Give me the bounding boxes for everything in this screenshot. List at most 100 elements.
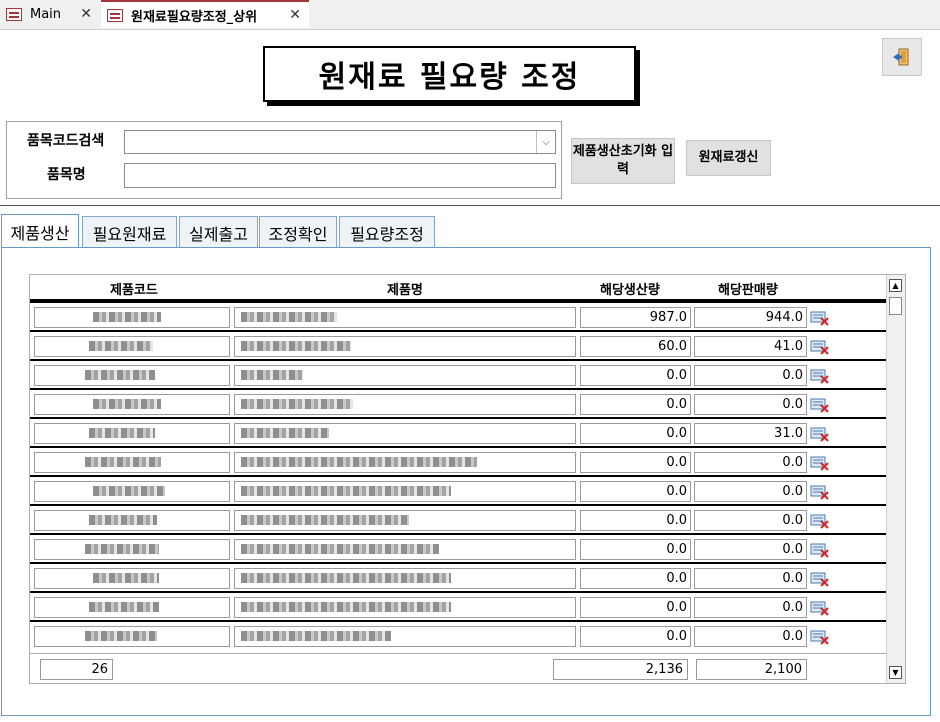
redacted-text xyxy=(241,515,409,525)
product-name-field[interactable] xyxy=(234,336,576,357)
tab-adjust-confirm[interactable]: 조정확인 xyxy=(259,216,337,248)
delete-row-icon[interactable] xyxy=(810,483,830,500)
table-row: 0.0 0.0 xyxy=(30,475,888,504)
delete-row-icon[interactable] xyxy=(810,454,830,471)
product-code-field[interactable] xyxy=(34,423,230,444)
product-code-field[interactable] xyxy=(34,452,230,473)
product-name-field[interactable] xyxy=(234,597,576,618)
product-code-field[interactable] xyxy=(34,394,230,415)
sales-qty-field[interactable]: 31.0 xyxy=(694,423,807,444)
production-qty-field[interactable]: 0.0 xyxy=(580,597,691,618)
redacted-text xyxy=(241,457,477,467)
tab-actual-release[interactable]: 실제출고 xyxy=(179,216,258,248)
product-code-field[interactable] xyxy=(34,568,230,589)
delete-row-icon[interactable] xyxy=(810,338,830,355)
production-qty-field[interactable]: 60.0 xyxy=(580,336,691,357)
delete-row-icon[interactable] xyxy=(810,541,830,558)
production-qty-field[interactable]: 0.0 xyxy=(580,568,691,589)
vertical-scrollbar[interactable]: ▲ ▼ xyxy=(886,275,905,683)
product-code-field[interactable] xyxy=(34,336,230,357)
redacted-text xyxy=(241,544,439,554)
table-row: 0.0 0.0 xyxy=(30,533,888,562)
product-name-field[interactable] xyxy=(234,365,576,386)
redacted-text xyxy=(241,486,451,496)
delete-row-icon[interactable] xyxy=(810,425,830,442)
doc-tab-active-form[interactable]: 원재료필요량조정_상위 ✕ xyxy=(101,0,309,28)
product-code-field[interactable] xyxy=(34,597,230,618)
row-separator xyxy=(30,504,888,506)
production-qty-field[interactable]: 0.0 xyxy=(580,539,691,560)
delete-row-icon[interactable] xyxy=(810,628,830,645)
sales-qty-field[interactable]: 0.0 xyxy=(694,365,807,386)
delete-row-icon[interactable] xyxy=(810,367,830,384)
production-qty-field[interactable]: 0.0 xyxy=(580,481,691,502)
product-name-field[interactable] xyxy=(234,626,576,647)
product-code-field[interactable] xyxy=(34,307,230,328)
product-name-field[interactable] xyxy=(234,568,576,589)
tab-required-material[interactable]: 필요원재료 xyxy=(82,216,177,248)
redacted-text xyxy=(241,312,337,322)
redacted-text xyxy=(93,486,165,496)
product-name-field[interactable] xyxy=(234,394,576,415)
delete-row-icon[interactable] xyxy=(810,512,830,529)
delete-row-icon[interactable] xyxy=(810,599,830,616)
doc-tab-label: Main xyxy=(30,6,62,22)
production-qty-field[interactable]: 0.0 xyxy=(580,423,691,444)
tab-requirement-adjust[interactable]: 필요량조정 xyxy=(339,216,435,248)
product-name-field[interactable] xyxy=(234,423,576,444)
production-qty-field[interactable]: 0.0 xyxy=(580,394,691,415)
scroll-up-icon[interactable]: ▲ xyxy=(889,279,902,292)
sales-qty-field[interactable]: 0.0 xyxy=(694,394,807,415)
redacted-text xyxy=(89,515,157,525)
sales-qty-field[interactable]: 944.0 xyxy=(694,307,807,328)
product-name-field[interactable] xyxy=(234,481,576,502)
redacted-text xyxy=(89,428,155,438)
production-total-field: 2,136 xyxy=(553,659,688,680)
sales-qty-field[interactable]: 0.0 xyxy=(694,539,807,560)
scroll-down-icon[interactable]: ▼ xyxy=(889,666,902,679)
divider xyxy=(0,205,940,206)
exit-button[interactable] xyxy=(882,38,922,76)
scroll-thumb[interactable] xyxy=(889,297,902,315)
delete-row-icon[interactable] xyxy=(810,309,830,326)
row-separator xyxy=(30,417,888,419)
product-code-field[interactable] xyxy=(34,365,230,386)
delete-row-icon[interactable] xyxy=(810,570,830,587)
product-name-field[interactable] xyxy=(234,307,576,328)
product-code-field[interactable] xyxy=(34,626,230,647)
production-qty-field[interactable]: 0.0 xyxy=(580,452,691,473)
product-name-field[interactable] xyxy=(234,452,576,473)
sales-qty-field[interactable]: 0.0 xyxy=(694,568,807,589)
sales-qty-field[interactable]: 0.0 xyxy=(694,597,807,618)
doc-tab-main[interactable]: Main ✕ xyxy=(0,0,100,28)
update-material-button[interactable]: 원재료갱신 xyxy=(686,140,771,176)
production-qty-field[interactable]: 987.0 xyxy=(580,307,691,328)
table-row: 987.0 944.0 xyxy=(30,301,888,330)
init-production-button[interactable]: 제품생산초기화 입력 xyxy=(571,138,675,184)
item-code-search-combo[interactable]: ⌵ xyxy=(124,130,556,154)
close-icon[interactable]: ✕ xyxy=(80,6,92,22)
sales-qty-field[interactable]: 0.0 xyxy=(694,452,807,473)
product-code-field[interactable] xyxy=(34,481,230,502)
close-icon[interactable]: ✕ xyxy=(289,7,301,23)
item-name-field[interactable] xyxy=(124,163,556,188)
tab-product-production[interactable]: 제품생산 xyxy=(1,214,79,248)
sales-qty-field[interactable]: 0.0 xyxy=(694,481,807,502)
product-name-field[interactable] xyxy=(234,510,576,531)
row-separator xyxy=(30,475,888,477)
production-subform: 제품코드 제품명 해당생산량 해당판매량 987.0 944.0 60.0 41.0 0… xyxy=(29,274,906,684)
chevron-down-icon[interactable]: ⌵ xyxy=(536,131,555,153)
product-name-field[interactable] xyxy=(234,539,576,560)
production-qty-field[interactable]: 0.0 xyxy=(580,510,691,531)
product-code-field[interactable] xyxy=(34,539,230,560)
redacted-text xyxy=(85,370,155,380)
redacted-text xyxy=(241,602,451,612)
sales-qty-field[interactable]: 41.0 xyxy=(694,336,807,357)
sales-qty-field[interactable]: 0.0 xyxy=(694,626,807,647)
product-code-field[interactable] xyxy=(34,510,230,531)
production-qty-field[interactable]: 0.0 xyxy=(580,626,691,647)
delete-row-icon[interactable] xyxy=(810,396,830,413)
sales-qty-field[interactable]: 0.0 xyxy=(694,510,807,531)
item-code-search-label: 품목코드검색 xyxy=(27,133,105,149)
production-qty-field[interactable]: 0.0 xyxy=(580,365,691,386)
